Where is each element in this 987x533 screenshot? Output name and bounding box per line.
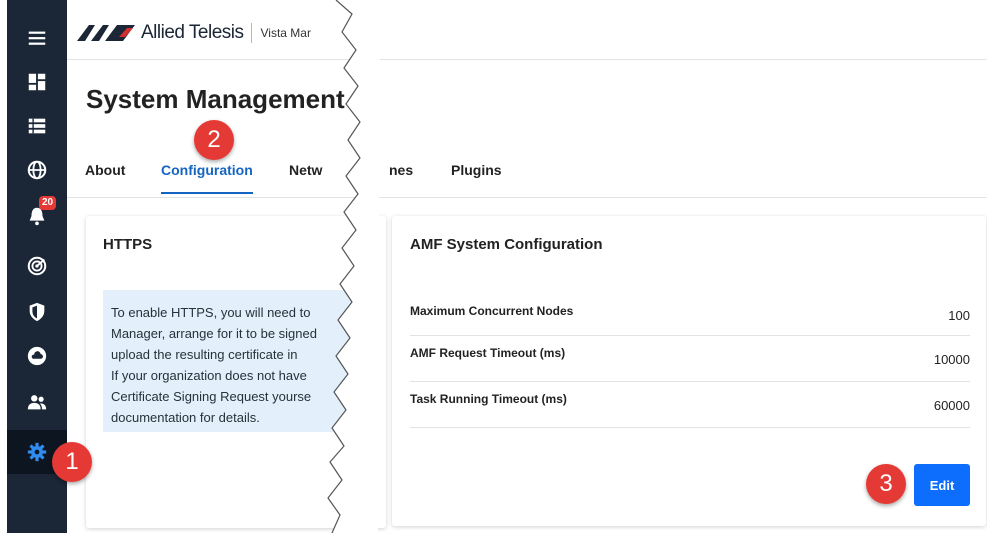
info-line: upload the resulting certificate in [111,347,298,362]
https-card-title: HTTPS [103,236,153,253]
table-row: AMF Request Timeout (ms) 10000 [410,336,970,382]
tab-partial[interactable]: nes [389,162,413,192]
sidebar-item-users[interactable] [7,382,67,422]
logo-divider [251,23,253,43]
sidebar-item-globe[interactable] [7,150,67,190]
page-title: System Management [86,84,345,114]
sidebar-item-alerts[interactable]: 20 [7,196,67,236]
tab-plugins[interactable]: Plugins [451,162,502,192]
row-label: Maximum Concurrent Nodes [410,304,574,318]
sidebar-item-list[interactable] [7,106,67,146]
row-value: 100 [948,308,970,323]
tab-configuration[interactable]: Configuration [161,162,253,194]
sidebar-item-cloud[interactable] [7,336,67,376]
table-row: Maximum Concurrent Nodes 100 [410,290,970,336]
info-line: Manager, arrange for it to be signed [111,326,317,341]
info-line: Certificate Signing Request yourse [111,389,312,404]
sidebar-item-security[interactable] [7,292,67,332]
product-name: Vista Mar [260,26,311,40]
callout-1: 1 [52,442,92,482]
brand-logo: Allied Telesis Vista Mar [77,22,311,44]
info-line: To enable HTTPS, you will need to [111,305,311,320]
torn-edge-divider [327,0,380,533]
info-line: documentation for details. [111,410,260,425]
row-label: AMF Request Timeout (ms) [410,346,566,360]
table-row: Task Running Timeout (ms) 60000 [410,382,970,428]
row-value: 10000 [933,352,970,367]
amf-card-title: AMF System Configuration [410,236,603,253]
edit-button[interactable]: Edit [914,464,970,506]
list-icon [28,118,46,134]
row-label: Task Running Timeout (ms) [410,392,567,406]
menu-button[interactable] [7,18,67,58]
globe-icon [27,160,47,180]
allied-telesis-logo-icon [77,25,135,41]
https-info-box: To enable HTTPS, you will need to Manage… [103,290,353,432]
menu-icon [28,31,46,45]
users-icon [27,395,47,410]
gear-icon [27,442,47,462]
app-header: Allied Telesis Vista Mar [67,0,987,60]
brand-name: Allied Telesis [141,22,244,43]
row-value: 60000 [933,398,970,413]
alert-count-badge: 20 [39,196,57,210]
dashboard-icon [28,73,46,91]
shield-icon [29,302,45,322]
callout-3: 3 [866,464,906,504]
cloud-icon [27,346,47,366]
callout-2: 2 [194,120,234,160]
tab-about[interactable]: About [85,162,125,192]
radar-icon [27,256,47,276]
sidebar-item-dashboard[interactable] [7,62,67,102]
sidebar-item-radar[interactable] [7,246,67,286]
info-line: If your organization does not have [111,368,307,383]
